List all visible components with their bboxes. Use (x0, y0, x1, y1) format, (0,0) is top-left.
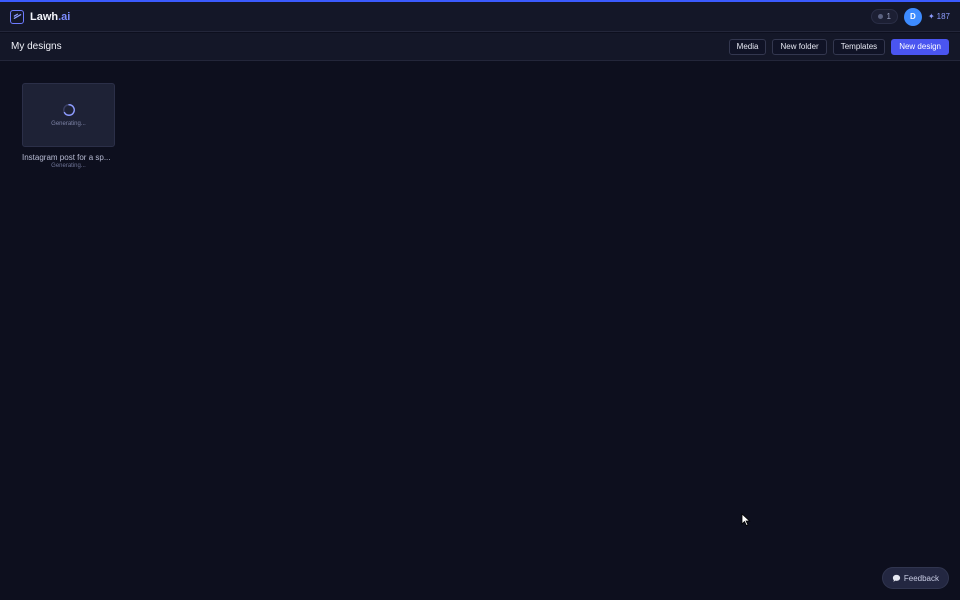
page-title: My designs (11, 41, 62, 52)
templates-button[interactable]: Templates (832, 38, 886, 55)
feedback-label: Feedback (903, 573, 939, 583)
notifications-count: 1 (886, 12, 891, 21)
design-status: Generating... (51, 163, 86, 169)
loading-spinner-icon (62, 104, 75, 116)
design-card[interactable]: Generating... Instagram post for a sp...… (22, 83, 115, 169)
chat-bubble-icon (892, 574, 900, 582)
logo-icon[interactable] (10, 9, 24, 24)
design-thumbnail[interactable]: Generating... (22, 83, 115, 147)
brand-name-suffix: .ai (58, 10, 71, 23)
toolbar-actions: Media New folder Templates New design (728, 38, 949, 55)
brand-name-main: Lawh (30, 10, 59, 23)
new-design-button[interactable]: New design (891, 38, 949, 55)
brand-name[interactable]: Lawh.ai (30, 11, 70, 23)
credits-badge[interactable]: ✦ 187 (928, 12, 950, 21)
media-button[interactable]: Media (728, 38, 767, 55)
notification-dot-icon (878, 14, 884, 19)
app-header: Lawh.ai 1 D ✦ 187 (0, 2, 960, 32)
mouse-cursor-icon (741, 513, 751, 527)
feedback-button[interactable]: Feedback (881, 567, 949, 589)
thumbnail-status: Generating... (51, 121, 86, 127)
credits-count: 187 (936, 12, 950, 21)
design-title[interactable]: Instagram post for a sp... (22, 153, 115, 162)
new-folder-button[interactable]: New folder (772, 38, 827, 55)
header-right: 1 D ✦ 187 (871, 7, 950, 26)
user-avatar[interactable]: D (903, 7, 922, 26)
designs-grid: Generating... Instagram post for a sp...… (0, 62, 960, 600)
notifications-badge[interactable]: 1 (871, 9, 898, 24)
page-toolbar: My designs Media New folder Templates Ne… (0, 33, 960, 61)
sparkle-icon: ✦ (927, 12, 935, 21)
